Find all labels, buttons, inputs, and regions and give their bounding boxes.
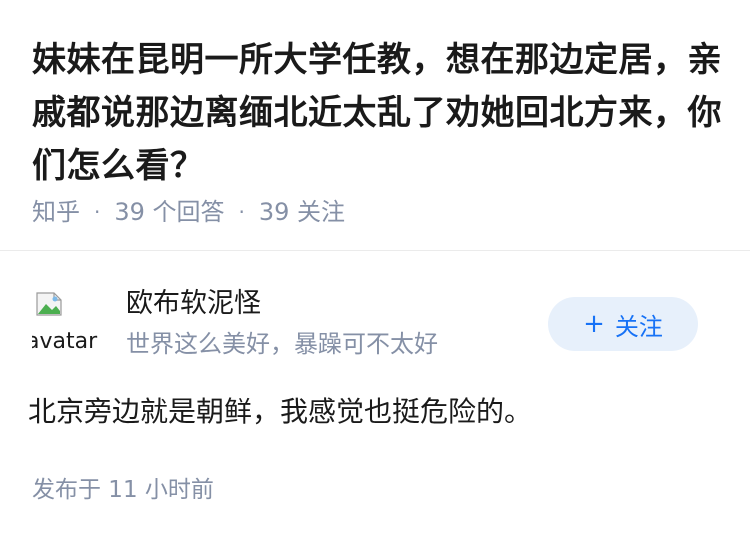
question-title[interactable]: 妹妹在昆明一所大学任教，想在那边定居，亲戚都说那边离缅北近太乱了劝她回北方来，你…	[32, 34, 722, 193]
meta-separator: ·	[238, 200, 245, 224]
source-label[interactable]: 知乎	[32, 196, 80, 228]
author-bio: 世界这么美好，暴躁可不太好	[126, 330, 438, 358]
meta-separator: ·	[94, 200, 101, 224]
followers-count: 39 关注	[258, 198, 346, 226]
author-name[interactable]: 欧布软泥怪	[126, 286, 261, 322]
section-divider	[0, 250, 750, 251]
broken-image-icon	[36, 292, 62, 316]
answer-content[interactable]: 北京旁边就是朝鲜，我感觉也挺危险的。	[28, 392, 728, 432]
answer-timestamp: 发布于 11 小时前	[32, 477, 214, 503]
follow-button[interactable]: + 关注	[548, 297, 698, 351]
answers-count[interactable]: 39 个回答	[114, 196, 224, 228]
follow-button-label: 关注	[614, 312, 663, 341]
question-meta: 知乎 · 39 个回答 · 39 关注	[32, 196, 345, 228]
avatar[interactable]: avatar	[32, 290, 98, 356]
avatar-alt-text: avatar	[32, 329, 98, 354]
question-header: 妹妹在昆明一所大学任教，想在那边定居，亲戚都说那边离缅北近太乱了劝她回北方来，你…	[0, 0, 750, 250]
plus-icon: +	[583, 309, 605, 339]
